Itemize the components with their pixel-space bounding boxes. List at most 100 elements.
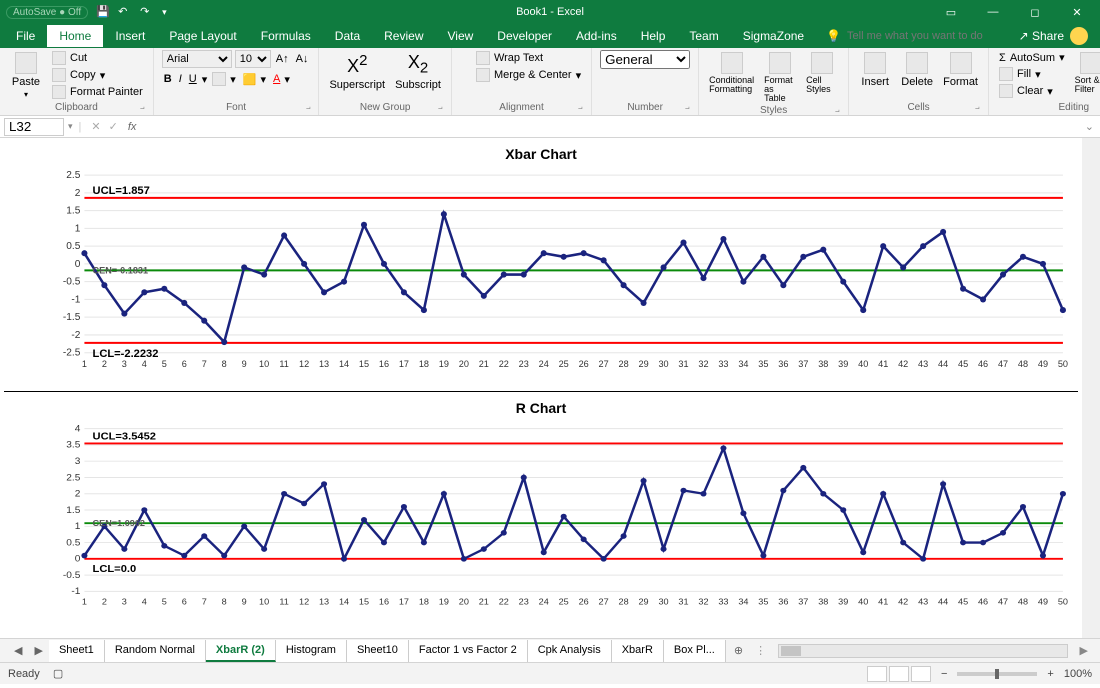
tab-home[interactable]: Home xyxy=(47,25,103,47)
status-ready: Ready xyxy=(8,668,40,680)
paste-button[interactable]: Paste▾ xyxy=(8,50,44,101)
sheet-tab[interactable]: XbarR xyxy=(612,640,664,662)
scroll-thumb[interactable] xyxy=(781,646,801,656)
formula-input[interactable] xyxy=(142,118,1078,136)
tab-nav-prev[interactable]: ◀ xyxy=(8,644,28,657)
svg-text:14: 14 xyxy=(339,597,349,607)
scroll-right-icon[interactable]: ▶ xyxy=(1076,644,1092,657)
r-chart[interactable]: R Chart -1-0.500.511.522.533.54123456789… xyxy=(4,396,1078,628)
qat-customize-icon[interactable]: ▾ xyxy=(162,7,167,18)
sheet-tab[interactable]: Random Normal xyxy=(105,640,206,662)
font-name-select[interactable]: Arial xyxy=(162,50,232,68)
svg-text:3: 3 xyxy=(122,597,127,607)
account-icon[interactable] xyxy=(1070,27,1088,45)
fx-icon[interactable]: fx xyxy=(122,121,143,133)
bold-button[interactable]: B xyxy=(162,72,174,86)
save-icon[interactable]: 💾 xyxy=(96,5,110,19)
fill-button[interactable]: Fill ▾ xyxy=(997,66,1067,82)
svg-text:22: 22 xyxy=(499,597,509,607)
maximize-icon[interactable]: ◻ xyxy=(1018,0,1052,24)
cancel-formula-icon[interactable]: ✕ xyxy=(87,120,104,133)
xbar-chart[interactable]: Xbar Chart -2.5-2-1.5-1-0.500.511.522.51… xyxy=(4,142,1078,392)
increase-font-button[interactable]: A↑ xyxy=(274,52,291,66)
sheet-tab[interactable]: Histogram xyxy=(276,640,347,662)
underline-button[interactable]: U xyxy=(187,72,199,86)
macro-rec-icon[interactable]: ▢ xyxy=(53,668,63,680)
tell-me-search[interactable]: 💡 xyxy=(826,29,1007,43)
sheet-tab[interactable]: Sheet10 xyxy=(347,640,409,662)
tab-sigmazone[interactable]: SigmaZone xyxy=(731,25,816,47)
zoom-level[interactable]: 100% xyxy=(1064,668,1092,680)
scroll-thumb[interactable] xyxy=(1085,140,1097,180)
zoom-in-button[interactable]: + xyxy=(1047,668,1053,680)
tab-addins[interactable]: Add-ins xyxy=(564,25,629,47)
wrap-text-button[interactable]: Wrap Text xyxy=(474,50,583,66)
vertical-scrollbar[interactable] xyxy=(1084,138,1098,638)
autosave-toggle[interactable]: AutoSave ● Off xyxy=(6,6,88,19)
sheet-tab[interactable]: XbarR (2) xyxy=(206,640,276,662)
new-sheet-button[interactable]: ⊕ xyxy=(726,644,751,657)
svg-text:49: 49 xyxy=(1038,359,1048,369)
number-format-select[interactable]: General xyxy=(600,50,690,69)
ribbon-options-icon[interactable]: ▭ xyxy=(934,0,968,24)
tab-insert[interactable]: Insert xyxy=(103,25,157,47)
tab-formulas[interactable]: Formulas xyxy=(249,25,323,47)
decrease-font-button[interactable]: A↓ xyxy=(294,52,311,66)
copy-button[interactable]: Copy ▾ xyxy=(50,67,145,83)
zoom-slider[interactable] xyxy=(957,672,1037,676)
sheet-tab[interactable]: Factor 1 vs Factor 2 xyxy=(409,640,528,662)
italic-button[interactable]: I xyxy=(177,72,184,86)
font-color-button[interactable]: A▾ xyxy=(271,72,292,87)
redo-icon[interactable]: ↷ xyxy=(140,5,154,19)
format-cells-button[interactable]: Format xyxy=(941,50,980,90)
merge-center-button[interactable]: Merge & Center ▾ xyxy=(474,67,583,83)
svg-text:48: 48 xyxy=(1018,597,1028,607)
fill-color-button[interactable]: 🟨▾ xyxy=(241,72,268,87)
superscript-button[interactable]: X2Superscript xyxy=(327,50,387,93)
tell-me-input[interactable] xyxy=(847,30,1007,42)
tab-team[interactable]: Team xyxy=(677,25,730,47)
expand-formula-icon[interactable]: ⌄ xyxy=(1079,120,1100,133)
tab-data[interactable]: Data xyxy=(323,25,372,47)
tab-pagelayout[interactable]: Page Layout xyxy=(157,25,248,47)
svg-text:24: 24 xyxy=(539,359,549,369)
autosum-button[interactable]: Σ AutoSum ▾ xyxy=(997,50,1067,65)
close-icon[interactable]: ✕ xyxy=(1060,0,1094,24)
undo-icon[interactable]: ↶ xyxy=(118,5,132,19)
normal-view-button[interactable] xyxy=(867,666,887,682)
format-table-button[interactable]: Format as Table xyxy=(762,50,798,105)
subscript-button[interactable]: X2Subscript xyxy=(393,50,443,93)
enter-formula-icon[interactable]: ✓ xyxy=(105,120,122,133)
cell-styles-button[interactable]: Cell Styles xyxy=(804,50,840,96)
page-layout-view-button[interactable] xyxy=(889,666,909,682)
insert-cells-button[interactable]: Insert xyxy=(857,50,893,90)
zoom-out-button[interactable]: − xyxy=(941,668,947,680)
tab-developer[interactable]: Developer xyxy=(485,25,564,47)
tab-nav-next[interactable]: ▶ xyxy=(28,644,48,657)
svg-text:6: 6 xyxy=(182,597,187,607)
sheet-tab[interactable]: Cpk Analysis xyxy=(528,640,612,662)
sheet-tab[interactable]: Box Pl... xyxy=(664,640,726,662)
tab-help[interactable]: Help xyxy=(629,25,678,47)
name-box[interactable] xyxy=(4,118,64,136)
format-painter-button[interactable]: Format Painter xyxy=(50,84,145,100)
cond-format-button[interactable]: Conditional Formatting xyxy=(707,50,756,96)
tab-file[interactable]: File xyxy=(4,25,47,47)
svg-text:34: 34 xyxy=(738,597,748,607)
svg-text:44: 44 xyxy=(938,359,948,369)
minimize-icon[interactable]: — xyxy=(976,0,1010,24)
tab-view[interactable]: View xyxy=(436,25,486,47)
worksheet-area[interactable]: Xbar Chart -2.5-2-1.5-1-0.500.511.522.51… xyxy=(0,138,1100,638)
cut-button[interactable]: Cut xyxy=(50,50,145,66)
svg-text:9: 9 xyxy=(242,359,247,369)
sort-filter-button[interactable]: Sort & Filter xyxy=(1073,50,1100,96)
page-break-view-button[interactable] xyxy=(911,666,931,682)
share-button[interactable]: ↗ Share xyxy=(1019,29,1064,43)
delete-cells-button[interactable]: Delete xyxy=(899,50,935,90)
horizontal-scrollbar[interactable] xyxy=(778,644,1067,658)
sheet-tab[interactable]: Sheet1 xyxy=(49,640,105,662)
border-button[interactable]: ▾ xyxy=(210,71,238,87)
clear-button[interactable]: Clear ▾ xyxy=(997,83,1067,99)
tab-review[interactable]: Review xyxy=(372,25,435,47)
font-size-select[interactable]: 10 xyxy=(235,50,271,68)
